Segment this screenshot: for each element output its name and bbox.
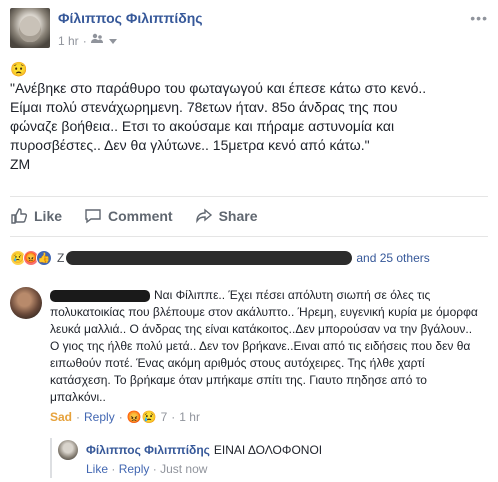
worried-emoji: 😟 (10, 61, 28, 77)
separator: · (118, 410, 123, 424)
post-header: Φίλιππος Φιλιππίδης 1 hr · ••• (10, 8, 488, 52)
separator: · (171, 410, 176, 424)
post-line: πυροσβέστες.. Δεν θα γλύτωνε.. 15μετρα κ… (10, 137, 370, 153)
commenter-avatar[interactable] (10, 287, 42, 319)
chevron-down-icon[interactable] (108, 34, 117, 48)
comment-time[interactable]: 1 hr (179, 409, 200, 426)
divider (10, 196, 488, 197)
share-button[interactable]: Share (195, 207, 258, 225)
separator: · (82, 33, 87, 48)
like-button[interactable]: Like (10, 207, 62, 225)
comment-reply-button[interactable]: Reply (84, 409, 115, 426)
comment-label: Comment (108, 208, 173, 224)
comment-button[interactable]: Comment (84, 207, 173, 225)
post-time[interactable]: 1 hr (58, 34, 79, 48)
reply-author[interactable]: Φίλιππος Φιλιππίδης (86, 443, 210, 457)
separator: · (111, 462, 119, 476)
thumbs-up-icon (11, 208, 28, 224)
reactors-first-letter: Ζ (57, 251, 65, 265)
comment-reaction-icons[interactable]: 😡😢 (127, 409, 157, 426)
post-options-button[interactable]: ••• (470, 10, 488, 26)
reply-reply-button[interactable]: Reply (119, 462, 150, 476)
share-icon (195, 208, 212, 224)
post-meta: 1 hr · (58, 33, 117, 48)
post-line: "Ανέβηκε στο παράθυρο του φωταγωγού και … (10, 80, 427, 96)
post-body: 😟 "Ανέβηκε στο παράθυρο του φωταγωγού κα… (10, 60, 488, 174)
post-line: φώναζε βοήθεια.. Ετσι το ακούσαμε και πή… (10, 118, 395, 134)
separator: · (76, 410, 81, 424)
reply-meta: Like · Reply · Just now (86, 462, 207, 476)
redacted-commenter-name[interactable] (50, 289, 150, 302)
comment-body: Ναι Φίλιππε.. Έχει πέσει απόλυτη σιωπή σ… (50, 287, 480, 426)
comment-text: Ναι Φίλιππε.. Έχει πέσει απόλυτη σιωπή σ… (50, 288, 478, 404)
reply-text: ΕΙΝΑΙ ΔΟΛΟΦΟΝΟΙ (213, 443, 323, 457)
post-line: Είμαι πολύ στενάχωρημενη. 78ετων ήταν. 8… (10, 99, 398, 115)
reaction-summary[interactable]: 😢 😡 👍 Ζ and 25 others (10, 248, 488, 268)
others-link[interactable]: and 25 others (356, 251, 429, 265)
author-avatar[interactable] (10, 8, 50, 48)
like-label: Like (34, 208, 63, 224)
share-label: Share (218, 208, 258, 224)
reply-body: Φίλιππος Φιλιππίδης ΕΙΝΑΙ ΔΟΛΟΦΟΝΟΙ (86, 442, 322, 458)
reply-thread-line (50, 438, 52, 478)
divider (10, 236, 488, 237)
redacted-names (66, 251, 353, 265)
reply-time[interactable]: Just now (160, 462, 207, 476)
comment-icon (85, 209, 101, 224)
like-reaction-icon: 👍 (36, 250, 52, 266)
sad-reaction-label[interactable]: Sad (50, 409, 72, 426)
audience-icon[interactable] (90, 33, 105, 48)
post-actions: Like Comment Share (10, 202, 488, 230)
post-author[interactable]: Φίλιππος Φιλιππίδης (58, 10, 203, 26)
separator: · (152, 462, 161, 476)
post-line: ΖΜ (10, 156, 31, 172)
reply-author-avatar[interactable] (58, 440, 78, 460)
comment-meta: Sad · Reply · 😡😢 7 · 1 hr (50, 409, 480, 426)
comment-reaction-count[interactable]: 7 (161, 409, 168, 426)
reply-like-button[interactable]: Like (86, 462, 108, 476)
